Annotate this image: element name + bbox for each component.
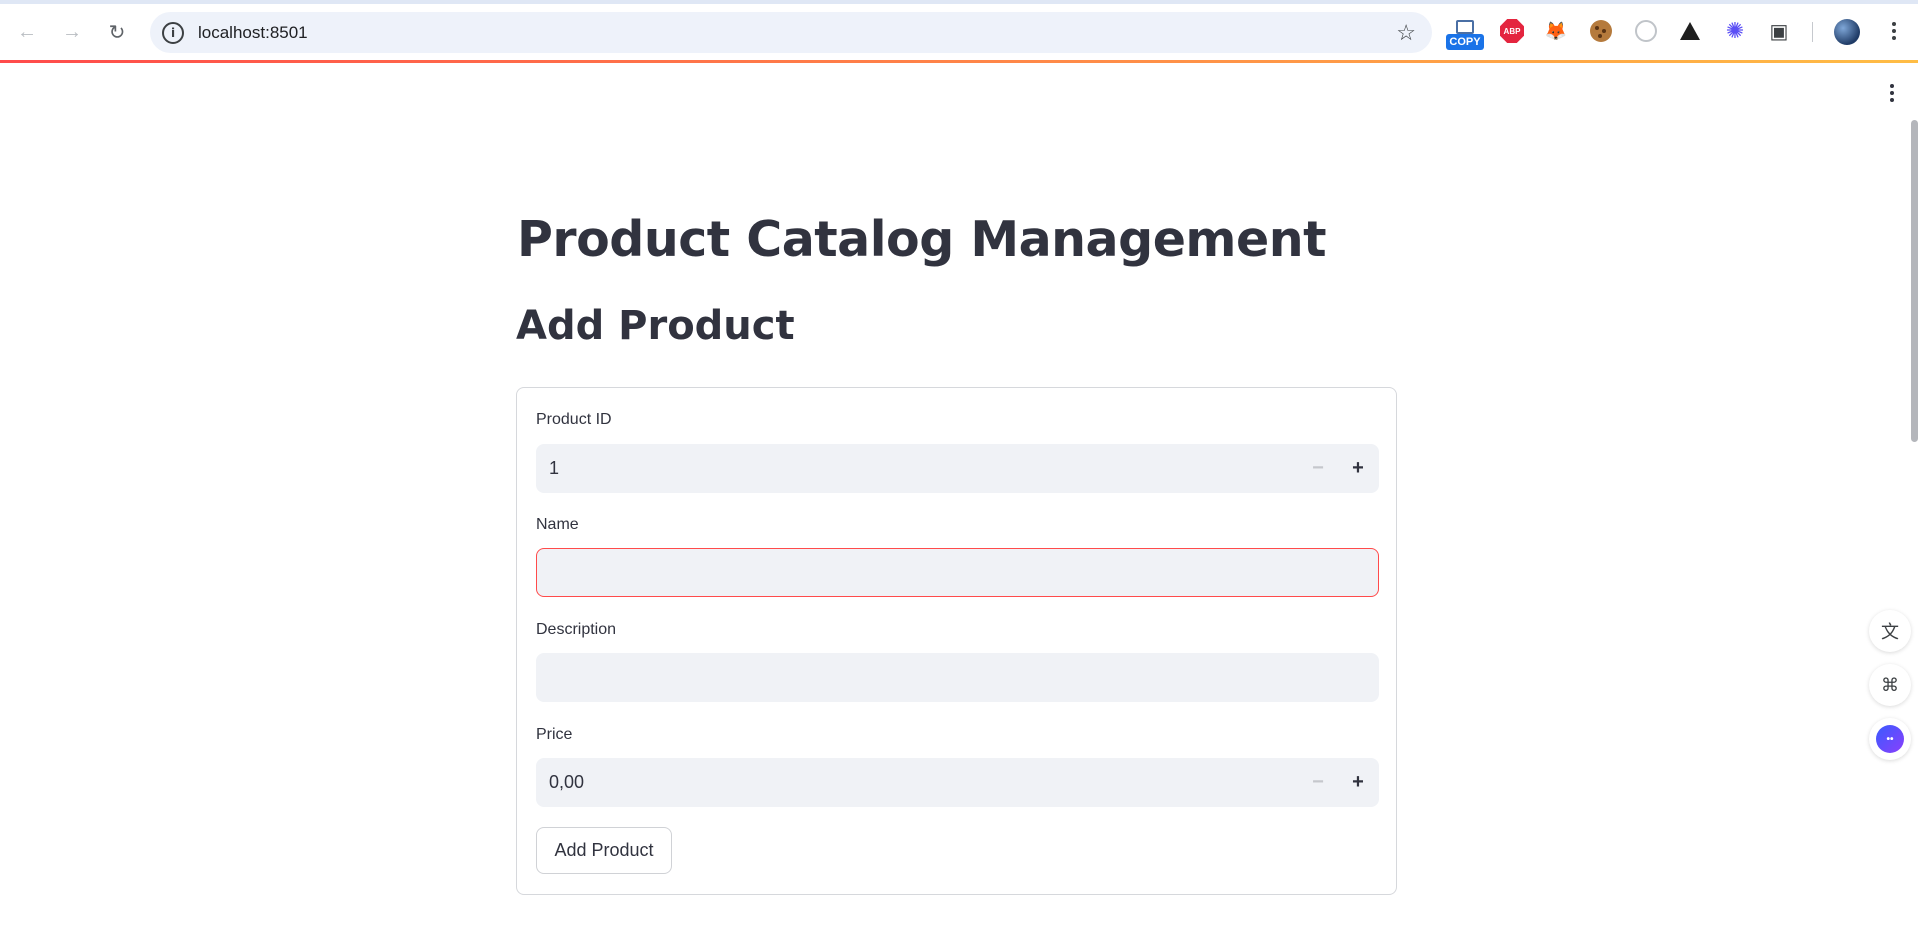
cookie-icon [1590,20,1612,42]
reload-button[interactable]: ↻ [99,14,135,50]
menu-dot [1890,98,1894,102]
browser-menu-button[interactable] [1880,16,1908,46]
abp-icon: ABP [1500,19,1524,43]
product-id-label: Product ID [536,411,612,428]
forward-button[interactable]: → [54,14,90,50]
description-input[interactable] [536,653,1379,702]
product-id-value[interactable]: 1 [549,458,559,479]
back-button[interactable]: ← [9,14,45,50]
apps-icon[interactable]: ⌘ [1869,664,1911,706]
name-input[interactable] [536,548,1379,597]
price-stepper: − + [1298,759,1378,806]
app-main-menu-button[interactable] [1882,82,1902,104]
circle-icon [1635,20,1657,42]
menu-dot [1892,22,1896,26]
menu-dot [1892,29,1896,33]
sparkle-extension-icon[interactable]: ✺ [1721,17,1749,45]
increment-button[interactable]: + [1338,759,1378,806]
add-product-button[interactable]: Add Product [536,827,672,874]
address-url[interactable]: localhost:8501 [198,23,308,43]
assistant-bot-icon[interactable]: •• [1869,718,1911,760]
section-title: Add Product [516,303,795,349]
profile-avatar[interactable] [1834,19,1860,45]
toolbar-divider [1812,22,1813,42]
info-icon[interactable]: i [162,21,184,44]
add-product-form: Product ID 1 − + Name Description Price … [516,387,1397,895]
price-label: Price [536,726,573,743]
page-title: Product Catalog Management [517,211,1327,268]
decrement-button[interactable]: − [1298,759,1338,806]
menu-dot [1890,91,1894,95]
angular-extension-icon[interactable] [1676,17,1704,45]
page-scrollbar[interactable] [1911,120,1918,442]
menu-dot [1892,36,1896,40]
star-icon[interactable]: ☆ [1396,20,1416,46]
product-id-input[interactable]: 1 − + [536,444,1379,493]
address-bar[interactable]: i localhost:8501 ☆ [150,12,1432,53]
arrow-right-icon: → [62,20,82,43]
app-header-decoration [0,60,1918,63]
price-value[interactable]: 0,00 [549,772,584,793]
main-content: Product Catalog Management Add Product [516,200,1398,354]
increment-button[interactable]: + [1338,445,1378,492]
angular-icon [1680,22,1700,40]
decrement-button[interactable]: − [1298,445,1338,492]
adblock-extension-icon[interactable]: ABP [1498,17,1526,45]
arrow-left-icon: ← [17,20,37,43]
tab-strip-edge [0,0,1918,4]
reload-icon: ↻ [108,21,126,44]
menu-dot [1890,84,1894,88]
product-id-stepper: − + [1298,445,1378,492]
bot-face-icon: •• [1876,725,1904,753]
translate-icon[interactable]: 文 [1869,610,1911,652]
document-icon [1456,20,1474,34]
price-input[interactable]: 0,00 − + [536,758,1379,807]
copy-badge: COPY [1446,34,1484,50]
extensions-puzzle-icon[interactable]: ▣ [1765,17,1793,45]
metamask-extension-icon[interactable]: 🦊 [1542,17,1570,45]
description-label: Description [536,621,617,638]
browser-toolbar: ← → ↻ i localhost:8501 ☆ COPY ABP 🦊 ✺ ▣ [0,0,1918,62]
copy-extension-icon[interactable]: COPY [1446,20,1484,50]
eye-extension-icon[interactable] [1632,17,1660,45]
name-label: Name [536,516,579,533]
cookie-extension-icon[interactable] [1587,17,1615,45]
